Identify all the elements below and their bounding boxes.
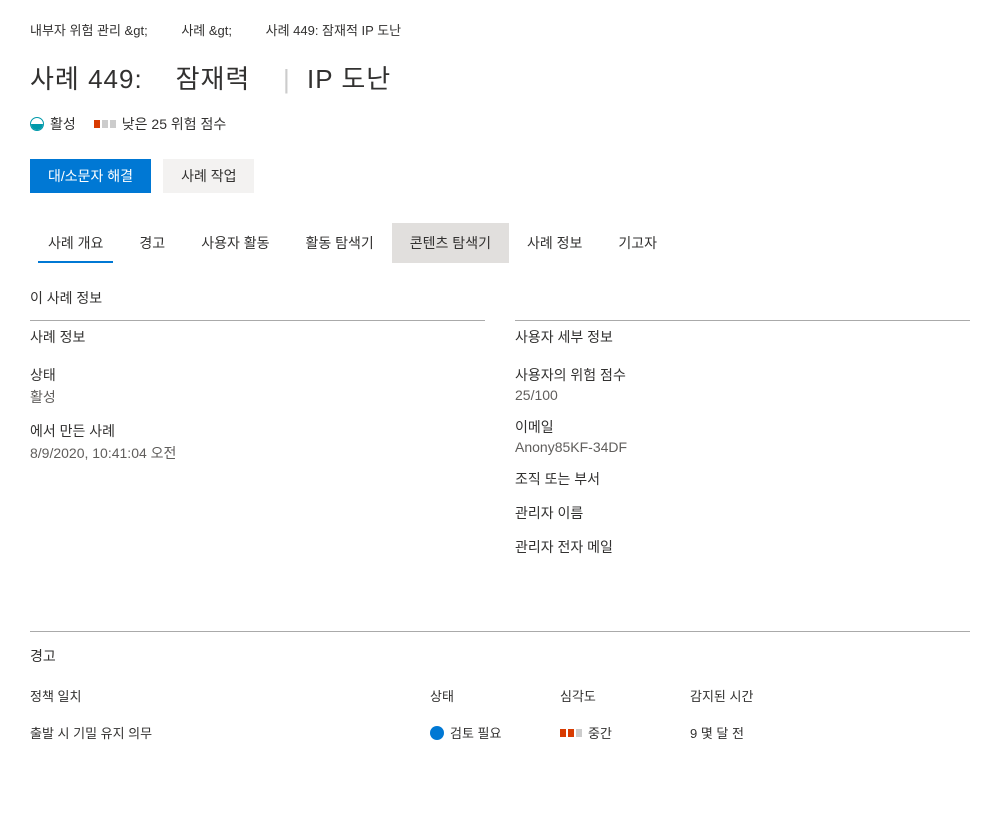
breadcrumb-item-current: 사례 449: 잠재적 IP 도난: [266, 20, 402, 39]
title-ip-theft: IP 도난: [307, 64, 391, 94]
alerts-title: 경고: [30, 646, 970, 666]
tab-contributors[interactable]: 기고자: [600, 223, 675, 263]
risk-score-label: 사용자의 위험 점수: [515, 365, 970, 385]
cell-status-text: 검토 필요: [450, 723, 501, 742]
header-policy-match[interactable]: 정책 일치: [30, 686, 430, 705]
header-status[interactable]: 상태: [430, 686, 560, 705]
status-label: 활성: [50, 114, 76, 134]
case-info-title: 사례 정보: [30, 320, 485, 353]
status-badge-active: 활성: [30, 114, 76, 134]
manager-name-label: 관리자 이름: [515, 503, 970, 523]
severity-bars-icon: [94, 120, 116, 128]
email-value: Anony85KF-34DF: [515, 439, 970, 455]
user-details-column: 사용자 세부 정보 사용자의 위험 점수 25/100 이메일 Anony85K…: [515, 320, 970, 571]
title-case-number: 사례 449:: [30, 64, 143, 94]
tab-case-info[interactable]: 사례 정보: [509, 223, 600, 263]
page-title: 사례 449: 잠재력 | IP 도난: [30, 59, 970, 96]
risk-score-value: 25/100: [515, 387, 970, 403]
field-org: 조직 또는 부서: [515, 469, 970, 489]
status-circle-icon: [430, 726, 444, 740]
tab-content-explorer[interactable]: 콘텐츠 탐색기: [392, 223, 509, 263]
created-field-value: 8/9/2020, 10:41:04 오전: [30, 443, 485, 463]
field-risk-score: 사용자의 위험 점수 25/100: [515, 365, 970, 403]
risk-score-text: 낮은 25 위험 점수: [122, 114, 227, 134]
status-indicator-icon: [30, 117, 44, 131]
alerts-section: 경고 정책 일치 상태 심각도 감지된 시간 출발 시 기밀 유지 의무 검토 …: [30, 631, 970, 742]
risk-score-badge: 낮은 25 위험 점수: [94, 114, 227, 134]
status-row: 활성 낮은 25 위험 점수: [30, 114, 970, 134]
title-divider: |: [283, 64, 291, 94]
tab-case-overview[interactable]: 사례 개요: [30, 223, 121, 263]
title-potential: 잠재력: [176, 64, 251, 94]
breadcrumb-item-cases[interactable]: 사례 &gt;: [181, 20, 232, 39]
header-severity[interactable]: 심각도: [560, 686, 690, 705]
cell-detected: 9 몇 달 전: [690, 723, 970, 742]
severity-bars-icon: [560, 729, 582, 737]
cell-status: 검토 필요: [430, 723, 560, 742]
email-label: 이메일: [515, 417, 970, 437]
created-field-label: 에서 만든 사례: [30, 421, 485, 441]
alerts-header-row: 정책 일치 상태 심각도 감지된 시간: [30, 686, 970, 705]
field-status: 상태 활성: [30, 365, 485, 407]
alerts-table: 정책 일치 상태 심각도 감지된 시간 출발 시 기밀 유지 의무 검토 필요 …: [30, 686, 970, 742]
breadcrumb: 내부자 위험 관리 &gt; 사례 &gt; 사례 449: 잠재적 IP 도난: [30, 20, 970, 39]
status-field-value: 활성: [30, 387, 485, 407]
breadcrumb-item-root[interactable]: 내부자 위험 관리 &gt;: [30, 20, 148, 39]
field-email: 이메일 Anony85KF-34DF: [515, 417, 970, 455]
alert-row[interactable]: 출발 시 기밀 유지 의무 검토 필요 중간 9 몇 달 전: [30, 723, 970, 742]
info-columns: 사례 정보 상태 활성 에서 만든 사례 8/9/2020, 10:41:04 …: [30, 320, 970, 571]
manager-email-label: 관리자 전자 메일: [515, 537, 970, 557]
field-created: 에서 만든 사례 8/9/2020, 10:41:04 오전: [30, 421, 485, 463]
tab-alerts[interactable]: 경고: [121, 223, 183, 263]
cell-policy: 출발 시 기밀 유지 의무: [30, 723, 430, 742]
case-info-column: 사례 정보 상태 활성 에서 만든 사례 8/9/2020, 10:41:04 …: [30, 320, 485, 571]
tab-activity-explorer[interactable]: 활동 탐색기: [287, 223, 391, 263]
status-field-label: 상태: [30, 365, 485, 385]
case-actions-button[interactable]: 사례 작업: [163, 159, 254, 193]
tabs: 사례 개요 경고 사용자 활동 활동 탐색기 콘텐츠 탐색기 사례 정보 기고자: [30, 223, 970, 263]
resolve-case-button[interactable]: 대/소문자 해결: [30, 159, 151, 193]
about-case-header: 이 사례 정보: [30, 288, 970, 308]
field-manager-email: 관리자 전자 메일: [515, 537, 970, 557]
action-buttons: 대/소문자 해결 사례 작업: [30, 159, 970, 193]
org-label: 조직 또는 부서: [515, 469, 970, 489]
cell-severity-text: 중간: [588, 723, 612, 742]
user-details-title: 사용자 세부 정보: [515, 320, 970, 353]
header-detected-time[interactable]: 감지된 시간: [690, 686, 970, 705]
tab-user-activity[interactable]: 사용자 활동: [183, 223, 287, 263]
field-manager-name: 관리자 이름: [515, 503, 970, 523]
cell-severity: 중간: [560, 723, 690, 742]
